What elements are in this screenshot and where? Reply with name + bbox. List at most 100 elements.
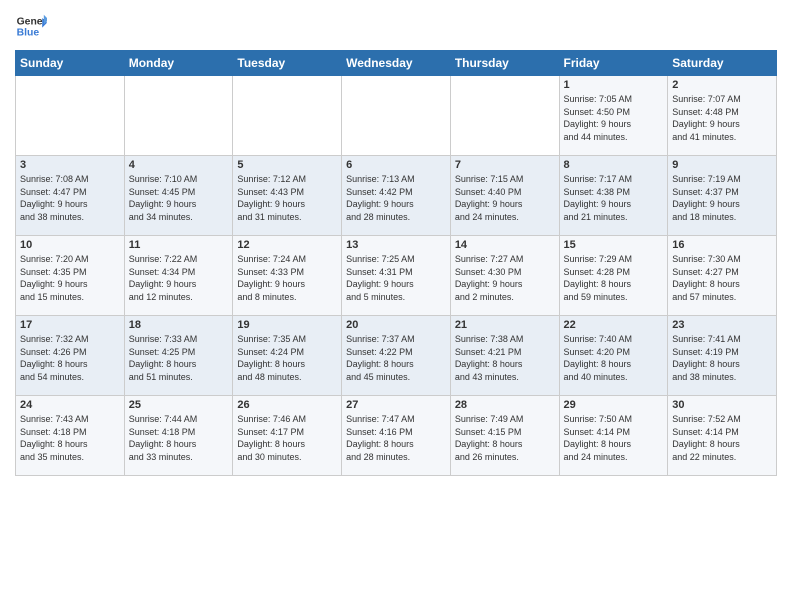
- day-number: 13: [346, 239, 446, 251]
- day-info: Sunrise: 7:40 AM Sunset: 4:20 PM Dayligh…: [564, 333, 664, 383]
- day-number: 27: [346, 399, 446, 411]
- day-info: Sunrise: 7:50 AM Sunset: 4:14 PM Dayligh…: [564, 413, 664, 463]
- day-info: Sunrise: 7:35 AM Sunset: 4:24 PM Dayligh…: [237, 333, 337, 383]
- calendar-cell: 14 Sunrise: 7:27 AM Sunset: 4:30 PM Dayli…: [450, 236, 559, 316]
- calendar-cell: 4 Sunrise: 7:10 AM Sunset: 4:45 PM Daylig…: [124, 156, 233, 236]
- calendar-table: SundayMondayTuesdayWednesdayThursdayFrid…: [15, 50, 777, 476]
- day-number: 28: [455, 399, 555, 411]
- weekday-header-thursday: Thursday: [450, 51, 559, 76]
- weekday-header-monday: Monday: [124, 51, 233, 76]
- calendar-cell: 5 Sunrise: 7:12 AM Sunset: 4:43 PM Daylig…: [233, 156, 342, 236]
- day-info: Sunrise: 7:44 AM Sunset: 4:18 PM Dayligh…: [129, 413, 229, 463]
- day-number: 6: [346, 159, 446, 171]
- day-info: Sunrise: 7:30 AM Sunset: 4:27 PM Dayligh…: [672, 253, 772, 303]
- calendar-cell: [342, 76, 451, 156]
- day-number: 4: [129, 159, 229, 171]
- day-info: Sunrise: 7:07 AM Sunset: 4:48 PM Dayligh…: [672, 93, 772, 143]
- calendar-cell: 28 Sunrise: 7:49 AM Sunset: 4:15 PM Dayli…: [450, 396, 559, 476]
- day-number: 20: [346, 319, 446, 331]
- calendar-cell: 22 Sunrise: 7:40 AM Sunset: 4:20 PM Dayli…: [559, 316, 668, 396]
- calendar-cell: 26 Sunrise: 7:46 AM Sunset: 4:17 PM Dayli…: [233, 396, 342, 476]
- calendar-cell: 23 Sunrise: 7:41 AM Sunset: 4:19 PM Dayli…: [668, 316, 777, 396]
- calendar-cell: 10 Sunrise: 7:20 AM Sunset: 4:35 PM Dayli…: [16, 236, 125, 316]
- calendar-cell: [16, 76, 125, 156]
- day-info: Sunrise: 7:38 AM Sunset: 4:21 PM Dayligh…: [455, 333, 555, 383]
- day-info: Sunrise: 7:17 AM Sunset: 4:38 PM Dayligh…: [564, 173, 664, 223]
- weekday-header-friday: Friday: [559, 51, 668, 76]
- day-number: 10: [20, 239, 120, 251]
- day-number: 5: [237, 159, 337, 171]
- day-info: Sunrise: 7:47 AM Sunset: 4:16 PM Dayligh…: [346, 413, 446, 463]
- day-info: Sunrise: 7:32 AM Sunset: 4:26 PM Dayligh…: [20, 333, 120, 383]
- day-number: 23: [672, 319, 772, 331]
- day-number: 30: [672, 399, 772, 411]
- day-info: Sunrise: 7:13 AM Sunset: 4:42 PM Dayligh…: [346, 173, 446, 223]
- day-number: 21: [455, 319, 555, 331]
- day-info: Sunrise: 7:41 AM Sunset: 4:19 PM Dayligh…: [672, 333, 772, 383]
- day-number: 25: [129, 399, 229, 411]
- day-number: 1: [564, 79, 664, 91]
- calendar-cell: 8 Sunrise: 7:17 AM Sunset: 4:38 PM Daylig…: [559, 156, 668, 236]
- calendar-cell: 17 Sunrise: 7:32 AM Sunset: 4:26 PM Dayli…: [16, 316, 125, 396]
- day-number: 17: [20, 319, 120, 331]
- day-info: Sunrise: 7:15 AM Sunset: 4:40 PM Dayligh…: [455, 173, 555, 223]
- day-number: 24: [20, 399, 120, 411]
- day-info: Sunrise: 7:27 AM Sunset: 4:30 PM Dayligh…: [455, 253, 555, 303]
- day-info: Sunrise: 7:25 AM Sunset: 4:31 PM Dayligh…: [346, 253, 446, 303]
- day-number: 14: [455, 239, 555, 251]
- day-info: Sunrise: 7:20 AM Sunset: 4:35 PM Dayligh…: [20, 253, 120, 303]
- calendar-cell: 3Sunrise: 7:08 AM Sunset: 4:47 PM Daylig…: [16, 156, 125, 236]
- header: General Blue: [15, 10, 777, 42]
- day-number: 22: [564, 319, 664, 331]
- day-info: Sunrise: 7:08 AM Sunset: 4:47 PM Dayligh…: [20, 173, 120, 223]
- calendar-cell: 6 Sunrise: 7:13 AM Sunset: 4:42 PM Daylig…: [342, 156, 451, 236]
- calendar-cell: 9 Sunrise: 7:19 AM Sunset: 4:37 PM Daylig…: [668, 156, 777, 236]
- calendar-cell: 15 Sunrise: 7:29 AM Sunset: 4:28 PM Dayli…: [559, 236, 668, 316]
- day-info: Sunrise: 7:12 AM Sunset: 4:43 PM Dayligh…: [237, 173, 337, 223]
- day-number: 12: [237, 239, 337, 251]
- calendar-cell: 29Sunrise: 7:50 AM Sunset: 4:14 PM Dayli…: [559, 396, 668, 476]
- day-info: Sunrise: 7:29 AM Sunset: 4:28 PM Dayligh…: [564, 253, 664, 303]
- day-info: Sunrise: 7:52 AM Sunset: 4:14 PM Dayligh…: [672, 413, 772, 463]
- calendar-container: General Blue SundayMondayTuesdayWednesda…: [0, 0, 792, 486]
- calendar-cell: 1 Sunrise: 7:05 AM Sunset: 4:50 PM Daylig…: [559, 76, 668, 156]
- day-info: Sunrise: 7:05 AM Sunset: 4:50 PM Dayligh…: [564, 93, 664, 143]
- day-info: Sunrise: 7:22 AM Sunset: 4:34 PM Dayligh…: [129, 253, 229, 303]
- day-number: 16: [672, 239, 772, 251]
- logo: General Blue: [15, 10, 51, 42]
- calendar-cell: 13 Sunrise: 7:25 AM Sunset: 4:31 PM Dayli…: [342, 236, 451, 316]
- day-number: 11: [129, 239, 229, 251]
- calendar-cell: 20 Sunrise: 7:37 AM Sunset: 4:22 PM Dayli…: [342, 316, 451, 396]
- weekday-header-wednesday: Wednesday: [342, 51, 451, 76]
- day-number: 8: [564, 159, 664, 171]
- calendar-cell: 7 Sunrise: 7:15 AM Sunset: 4:40 PM Daylig…: [450, 156, 559, 236]
- calendar-cell: [233, 76, 342, 156]
- day-info: Sunrise: 7:37 AM Sunset: 4:22 PM Dayligh…: [346, 333, 446, 383]
- weekday-header-sunday: Sunday: [16, 51, 125, 76]
- day-number: 19: [237, 319, 337, 331]
- day-number: 15: [564, 239, 664, 251]
- calendar-cell: 12 Sunrise: 7:24 AM Sunset: 4:33 PM Dayli…: [233, 236, 342, 316]
- day-info: Sunrise: 7:49 AM Sunset: 4:15 PM Dayligh…: [455, 413, 555, 463]
- day-number: 7: [455, 159, 555, 171]
- calendar-cell: [124, 76, 233, 156]
- calendar-cell: 30 Sunrise: 7:52 AM Sunset: 4:14 PM Dayli…: [668, 396, 777, 476]
- calendar-cell: 19 Sunrise: 7:35 AM Sunset: 4:24 PM Dayli…: [233, 316, 342, 396]
- day-info: Sunrise: 7:33 AM Sunset: 4:25 PM Dayligh…: [129, 333, 229, 383]
- day-number: 9: [672, 159, 772, 171]
- day-info: Sunrise: 7:19 AM Sunset: 4:37 PM Dayligh…: [672, 173, 772, 223]
- svg-text:Blue: Blue: [17, 28, 40, 39]
- weekday-header-tuesday: Tuesday: [233, 51, 342, 76]
- day-number: 2: [672, 79, 772, 91]
- day-info: Sunrise: 7:24 AM Sunset: 4:33 PM Dayligh…: [237, 253, 337, 303]
- calendar-cell: 11 Sunrise: 7:22 AM Sunset: 4:34 PM Dayli…: [124, 236, 233, 316]
- calendar-cell: 27 Sunrise: 7:47 AM Sunset: 4:16 PM Dayli…: [342, 396, 451, 476]
- weekday-header-saturday: Saturday: [668, 51, 777, 76]
- day-info: Sunrise: 7:10 AM Sunset: 4:45 PM Dayligh…: [129, 173, 229, 223]
- calendar-cell: 24Sunrise: 7:43 AM Sunset: 4:18 PM Dayli…: [16, 396, 125, 476]
- day-number: 18: [129, 319, 229, 331]
- calendar-cell: 21 Sunrise: 7:38 AM Sunset: 4:21 PM Dayli…: [450, 316, 559, 396]
- day-number: 26: [237, 399, 337, 411]
- calendar-cell: 16 Sunrise: 7:30 AM Sunset: 4:27 PM Dayli…: [668, 236, 777, 316]
- day-info: Sunrise: 7:46 AM Sunset: 4:17 PM Dayligh…: [237, 413, 337, 463]
